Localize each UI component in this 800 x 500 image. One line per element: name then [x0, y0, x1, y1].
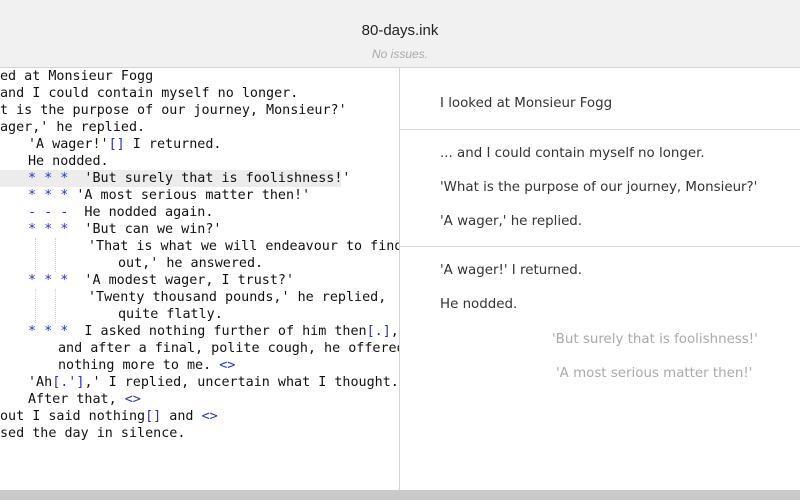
line-text: ,' I replied, uncertain what I thought. [84, 375, 399, 390]
line-text: 'That is what we will endeavour to find [88, 239, 399, 254]
ink-markup: * * * [28, 188, 69, 203]
code-line[interactable]: t is the purpose of our journey, Monsieu… [0, 102, 347, 119]
line-text: and after a final, polite cough, he offe… [58, 341, 399, 356]
code-line[interactable]: ager,' he replied. [0, 119, 145, 136]
indent-guide [35, 289, 36, 323]
line-text: sed the day in silence. [0, 426, 186, 441]
code-line[interactable]: 'A wager!'[] I returned. [28, 136, 222, 153]
story-paragraph: He nodded. [440, 297, 518, 312]
line-text: t is the purpose of our journey, Monsieu… [0, 103, 347, 118]
indent-guide [55, 289, 56, 323]
ink-markup: * * * [28, 324, 69, 339]
ink-markup: - - - [28, 205, 69, 220]
line-text: After that, [28, 392, 125, 407]
code-line[interactable]: * * * 'But surely that is foolishness!' [0, 170, 350, 187]
code-line[interactable]: * * * 'A most serious matter then!' [28, 187, 310, 204]
code-line[interactable]: 'That is what we will endeavour to find [88, 238, 399, 255]
line-text: quite flatly. [118, 307, 223, 322]
line-text: 'But surely that is foolishness!' [68, 171, 351, 186]
code-line[interactable]: and I could contain myself no longer. [0, 85, 298, 102]
code-line[interactable]: * * * 'A modest wager, I trust?' [28, 272, 294, 289]
ink-markup: * * * [28, 273, 69, 288]
app-window: 80-days.ink No issues. ed at Monsieur Fo… [0, 0, 800, 490]
story-paragraph: 'A wager,' he replied. [440, 214, 583, 229]
code-line[interactable]: 'Twenty thousand pounds,' he replied, [88, 289, 386, 306]
line-text: 'A wager!' [28, 137, 109, 152]
ink-markup: <> [124, 392, 141, 407]
story-paragraph: 'What is the purpose of our journey, Mon… [440, 180, 758, 195]
indent-guide [55, 238, 56, 272]
line-text: He nodded. [28, 154, 109, 169]
story-paragraph: 'A wager!' I returned. [440, 263, 582, 278]
code-line[interactable]: * * * 'But can we win?' [28, 221, 222, 238]
ink-markup: * * * [28, 171, 69, 186]
line-text: 'A modest wager, I trust?' [68, 273, 295, 288]
story-paragraph: I looked at Monsieur Fogg [440, 96, 613, 111]
code-line[interactable]: 'Ah[.'],' I replied, uncertain what I th… [28, 374, 399, 391]
code-line[interactable]: sed the day in silence. [0, 425, 185, 442]
line-text: ed at Monsieur Fogg [0, 69, 154, 84]
line-text: 'Ah [28, 375, 53, 390]
indent-guide [35, 238, 36, 272]
issues-status[interactable]: No issues. [0, 47, 800, 61]
section-separator [400, 129, 800, 130]
line-text: nothing more to me. [58, 358, 220, 373]
line-text: 'But can we win?' [68, 222, 222, 237]
ink-markup: [.] [366, 324, 391, 339]
line-text: ager,' he replied. [0, 120, 146, 135]
code-line[interactable]: After that, <> [28, 391, 141, 408]
ink-markup: <> [201, 409, 218, 424]
line-text: out I said nothing [0, 409, 146, 424]
line-text: and I could contain myself no longer. [0, 86, 299, 101]
ink-markup: [.'] [52, 375, 85, 390]
ink-markup: [] [145, 409, 162, 424]
line-text: I returned. [124, 137, 222, 152]
line-text: , [390, 324, 399, 339]
title-bar: 80-days.ink No issues. [0, 0, 800, 68]
code-line[interactable]: nothing more to me. <> [58, 357, 235, 374]
code-line[interactable]: and after a final, polite cough, he offe… [58, 340, 399, 357]
code-line[interactable]: He nodded. [28, 153, 109, 170]
code-line[interactable]: out,' he answered. [118, 255, 263, 272]
ink-editor[interactable]: ed at Monsieur Fogg and I could contain m… [0, 68, 399, 490]
ink-markup: [] [108, 137, 125, 152]
ink-markup: <> [219, 358, 236, 373]
line-text: He nodded again. [68, 205, 214, 220]
window-title: 80-days.ink [361, 22, 439, 39]
code-line[interactable]: quite flatly. [118, 306, 223, 323]
story-choice[interactable]: 'A most serious matter then!' [556, 366, 752, 381]
code-line[interactable]: out I said nothing[] and <> [0, 408, 218, 425]
line-text: 'A most serious matter then!' [68, 188, 311, 203]
code-line[interactable]: ed at Monsieur Fogg [0, 68, 153, 85]
line-text: out,' he answered. [118, 256, 264, 271]
story-preview: I looked at Monsieur Fogg ... and I coul… [400, 68, 800, 490]
story-paragraph: ... and I could contain myself no longer… [440, 146, 705, 161]
story-choice[interactable]: 'But surely that is foolishness!' [552, 332, 758, 347]
code-line[interactable]: * * * I asked nothing further of him the… [28, 323, 399, 340]
section-separator [400, 246, 800, 247]
ink-markup: * * * [28, 222, 69, 237]
line-text: and [161, 409, 202, 424]
line-text: I asked nothing further of him then [68, 324, 367, 339]
code-line[interactable]: - - - He nodded again. [28, 204, 213, 221]
line-text: 'Twenty thousand pounds,' he replied, [88, 290, 387, 305]
